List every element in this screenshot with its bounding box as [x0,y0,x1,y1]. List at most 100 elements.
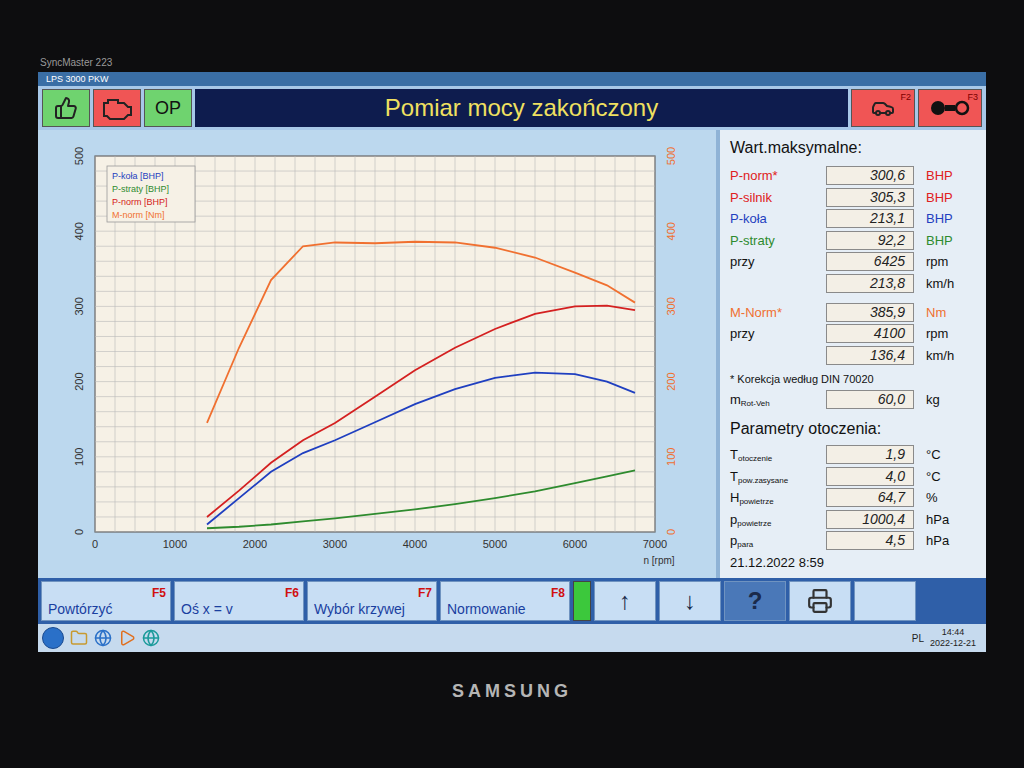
value-box: 1000,4 [826,510,914,529]
y-tick-left: 100 [73,448,85,466]
y-tick-left: 0 [73,529,85,535]
function-button[interactable]: Powtórzyć F5 [41,581,171,621]
browser-icon[interactable] [94,629,112,647]
function-label: Wybór krzywej [314,602,405,617]
value-unit: BHP [914,231,953,251]
legend-item: P-koła [BHP] [112,171,164,181]
value-unit: °C [914,445,941,465]
x-tick: 5000 [483,538,507,550]
engine-icon [100,95,134,121]
x-tick: 1000 [163,538,187,550]
function-button[interactable]: NormowanieF8 [440,581,570,621]
value-box: 213,1 [826,209,914,228]
series-line [207,470,635,528]
value-box: 213,8 [826,274,914,293]
value-unit: kg [914,390,940,410]
value-row: przy6425rpm [730,252,986,272]
car-dyno-icon [871,96,895,120]
toolbar-key-button[interactable]: F3 [918,89,982,127]
monitor-model: SyncMaster 223 [40,55,112,70]
nav-button[interactable] [854,581,916,621]
value-label: ppara [730,534,826,547]
legend: P-koła [BHP]P-straty [BHP]P-norm [BHP]M-… [107,166,195,222]
bezel-bottom: SAMSUNG [0,652,1024,768]
taskbar: PL 14:442022-12-21 [38,624,986,652]
value-box: 385,9 [826,303,914,322]
value-box: 6425 [826,252,914,271]
value-label: mRot-Veh [730,393,826,406]
nav-button[interactable]: ? [724,581,786,621]
nav-button[interactable]: ↓ [659,581,721,621]
folder-icon[interactable] [70,629,88,647]
nav-symbol: ? [748,583,763,619]
screen: LPS 3000 PKWOPPomiar mocy zakończonyF2F3… [38,72,986,652]
function-button[interactable]: Oś x = vF6 [174,581,304,621]
legend-item: M-norm [Nm] [112,210,165,220]
values-panel: Wart.maksymalne:P-norm*300,6BHPP-silnik3… [716,130,986,578]
value-label: przy [730,327,826,340]
toolbar-key-button[interactable]: F2 [851,89,915,127]
value-row: P-straty92,2BHP [730,231,986,251]
function-key: F6 [285,584,299,602]
bezel-top: SyncMaster 223 [0,0,1024,72]
x-tick: 6000 [563,538,587,550]
x-tick: 2000 [243,538,267,550]
media-player-icon[interactable] [118,629,136,647]
nav-symbol: ↓ [684,583,696,619]
function-label: Powtórzyć [48,602,113,617]
value-label: Hpowietrze [730,491,826,504]
y-tick-left: 400 [73,222,85,240]
chart-panel: 0100200300400500010020030040050001000200… [38,130,716,578]
value-row: M-Norm*385,9Nm [730,303,986,323]
x-axis-label: n [rpm] [643,555,674,566]
value-unit: km/h [914,274,954,294]
status-banner: Pomiar mocy zakończony [195,89,848,127]
language[interactable]: PL [912,631,924,646]
legend-item: P-straty [BHP] [112,184,169,194]
value-label: Totoczenie [730,448,826,461]
value-row: ppowietrze1000,4hPa [730,510,986,530]
x-tick: 0 [92,538,98,550]
value-unit: °C [914,467,941,487]
value-row: P-norm*300,6BHP [730,166,986,186]
value-box: 92,2 [826,231,914,250]
value-label: P-silnik [730,191,826,204]
toolbar-button[interactable] [42,89,90,127]
value-label: ppowietrze [730,513,826,526]
thumbs-up-icon [54,96,78,120]
value-row: ppara4,5hPa [730,531,986,551]
y-tick-right: 400 [665,222,677,240]
toolbar: OPPomiar mocy zakończonyF2F3 [38,86,986,130]
function-button[interactable]: Wybór krzywejF7 [307,581,437,621]
value-row: P-koła213,1BHP [730,209,986,229]
value-unit: km/h [914,346,954,366]
value-unit: BHP [914,166,953,186]
toolbar-button[interactable]: OP [144,89,192,127]
value-row: Totoczenie1,9°C [730,445,986,465]
function-key: F5 [152,584,166,602]
wheels-icon [930,98,970,118]
photo: SyncMaster 223LPS 3000 PKWOPPomiar mocy … [0,0,1024,768]
value-label: M-Norm* [730,306,826,319]
edge-icon[interactable] [142,629,160,647]
y-tick-right: 500 [665,147,677,165]
value-box: 4,5 [826,531,914,550]
nav-button[interactable] [789,581,851,621]
value-box: 64,7 [826,488,914,507]
value-row: 136,4km/h [730,346,986,366]
start-button[interactable] [42,627,64,649]
toolbar-button[interactable] [93,89,141,127]
clock[interactable]: 14:442022-12-21 [930,627,982,649]
nav-symbol: ↑ [619,583,631,619]
y-tick-left: 500 [73,147,85,165]
value-box: 4,0 [826,467,914,486]
value-row: P-silnik305,3BHP [730,188,986,208]
level-fill [574,582,590,620]
power-chart: 0100200300400500010020030040050001000200… [43,134,711,574]
timestamp: 21.12.2022 8:59 [730,553,986,573]
value-row: mRot-Veh60,0kg [730,390,986,410]
x-tick: 4000 [403,538,427,550]
value-row: 213,8km/h [730,274,986,294]
nav-button[interactable]: ↑ [594,581,656,621]
y-tick-right: 0 [665,529,677,535]
